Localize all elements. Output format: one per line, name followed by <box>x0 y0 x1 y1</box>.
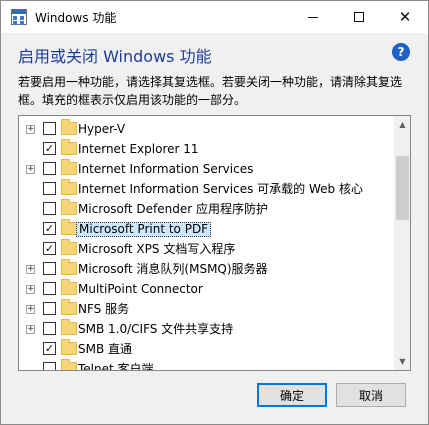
feature-label: Internet Explorer 11 <box>78 142 199 156</box>
feature-label: Microsoft XPS 文档写入程序 <box>78 242 236 256</box>
windows-features-app-icon <box>11 9 27 25</box>
feature-checkbox[interactable]: ✓ <box>43 142 56 155</box>
checkmark-icon: ✓ <box>44 222 55 235</box>
checkmark-icon: ✓ <box>44 242 55 255</box>
folder-icon <box>61 239 77 255</box>
folder-icon <box>61 179 77 195</box>
checkmark-icon: ✓ <box>44 142 55 155</box>
ok-button[interactable]: 确定 <box>257 383 327 407</box>
feature-item[interactable]: Microsoft Defender 应用程序防护 <box>19 199 394 219</box>
expand-plus-icon[interactable]: + <box>26 305 35 314</box>
expand-plus-icon[interactable]: + <box>26 285 35 294</box>
feature-item[interactable]: Telnet 客户端 <box>19 359 394 371</box>
folder-icon <box>61 199 77 215</box>
feature-label: SMB 1.0/CIFS 文件共享支持 <box>78 322 234 336</box>
close-button[interactable]: ✕ <box>382 1 428 33</box>
feature-label: SMB 直通 <box>78 342 133 356</box>
folder-icon <box>61 259 77 275</box>
help-icon[interactable]: ? <box>392 43 410 61</box>
feature-checkbox[interactable] <box>43 162 56 175</box>
folder-icon <box>61 159 77 175</box>
feature-item[interactable]: ✓ Microsoft XPS 文档写入程序 <box>19 239 394 259</box>
feature-item[interactable]: + SMB 1.0/CIFS 文件共享支持 <box>19 319 394 339</box>
feature-label: Internet Information Services 可承载的 Web 核… <box>78 182 363 196</box>
feature-item[interactable]: + Hyper-V <box>19 119 394 139</box>
feature-checkbox[interactable] <box>43 262 56 275</box>
feature-label: Microsoft Print to PDF <box>76 222 212 237</box>
windows-features-dialog: Windows 功能 ✕ 启用或关闭 Windows 功能 ? 若要启用一种功能… <box>0 0 429 425</box>
title-bar[interactable]: Windows 功能 ✕ <box>1 1 428 33</box>
maximize-icon <box>354 12 364 22</box>
feature-checkbox[interactable]: ✓ <box>43 342 56 355</box>
feature-checkbox[interactable] <box>43 362 56 370</box>
dialog-description: 若要启用一种功能，请选择其复选框。若要关闭一种功能，请清除其复选框。填充的框表示… <box>18 75 403 107</box>
feature-checkbox[interactable] <box>43 122 56 135</box>
folder-icon <box>61 219 77 235</box>
feature-item[interactable]: + NFS 服务 <box>19 299 394 319</box>
feature-item[interactable]: + Microsoft 消息队列(MSMQ)服务器 <box>19 259 394 279</box>
folder-icon <box>61 299 77 315</box>
feature-item[interactable]: ✓ Microsoft Print to PDF <box>19 219 394 239</box>
feature-checkbox[interactable] <box>43 282 56 295</box>
feature-item[interactable]: Internet Information Services 可承载的 Web 核… <box>19 179 394 199</box>
feature-label: Hyper-V <box>78 122 126 136</box>
feature-item[interactable]: ✓ SMB 直通 <box>19 339 394 359</box>
feature-item[interactable]: ✓ Internet Explorer 11 <box>19 139 394 159</box>
feature-label: Microsoft 消息队列(MSMQ)服务器 <box>78 262 268 276</box>
feature-checkbox[interactable] <box>43 202 56 215</box>
feature-label: Internet Information Services <box>78 162 254 176</box>
window-title: Windows 功能 <box>35 11 117 25</box>
folder-icon <box>61 139 77 155</box>
scroll-down-arrow-icon[interactable]: ▼ <box>394 353 410 370</box>
feature-checkbox[interactable] <box>43 322 56 335</box>
folder-icon <box>61 119 77 135</box>
minimize-icon <box>308 16 318 18</box>
feature-checkbox[interactable]: ✓ <box>43 242 56 255</box>
features-tree[interactable]: + Hyper-V ✓ Internet Explorer 11 + Internet I… <box>18 115 411 371</box>
expand-plus-icon[interactable]: + <box>26 265 35 274</box>
feature-label: MultiPoint Connector <box>78 282 203 296</box>
cancel-button[interactable]: 取消 <box>336 383 406 407</box>
scroll-up-arrow-icon[interactable]: ▲ <box>394 116 410 133</box>
feature-checkbox[interactable] <box>43 302 56 315</box>
vertical-scrollbar[interactable]: ▲ ▼ <box>394 116 410 370</box>
expand-plus-icon[interactable]: + <box>26 325 35 334</box>
feature-label: NFS 服务 <box>78 302 130 316</box>
minimize-button[interactable] <box>290 1 336 33</box>
feature-checkbox[interactable]: ✓ <box>43 222 56 235</box>
feature-item[interactable]: + Internet Information Services <box>19 159 394 179</box>
dialog-heading: 启用或关闭 Windows 功能 <box>18 47 212 66</box>
feature-item[interactable]: + MultiPoint Connector <box>19 279 394 299</box>
expand-plus-icon[interactable]: + <box>26 125 35 134</box>
close-icon: ✕ <box>398 7 412 26</box>
folder-icon <box>61 279 77 295</box>
folder-icon <box>61 359 77 370</box>
feature-label: Microsoft Defender 应用程序防护 <box>78 202 269 216</box>
checkmark-icon: ✓ <box>44 342 55 355</box>
folder-icon <box>61 339 77 355</box>
feature-label: Telnet 客户端 <box>78 362 154 371</box>
scroll-thumb[interactable] <box>396 156 409 220</box>
maximize-button[interactable] <box>336 1 382 33</box>
feature-checkbox[interactable] <box>43 182 56 195</box>
folder-icon <box>61 319 77 335</box>
expand-plus-icon[interactable]: + <box>26 165 35 174</box>
